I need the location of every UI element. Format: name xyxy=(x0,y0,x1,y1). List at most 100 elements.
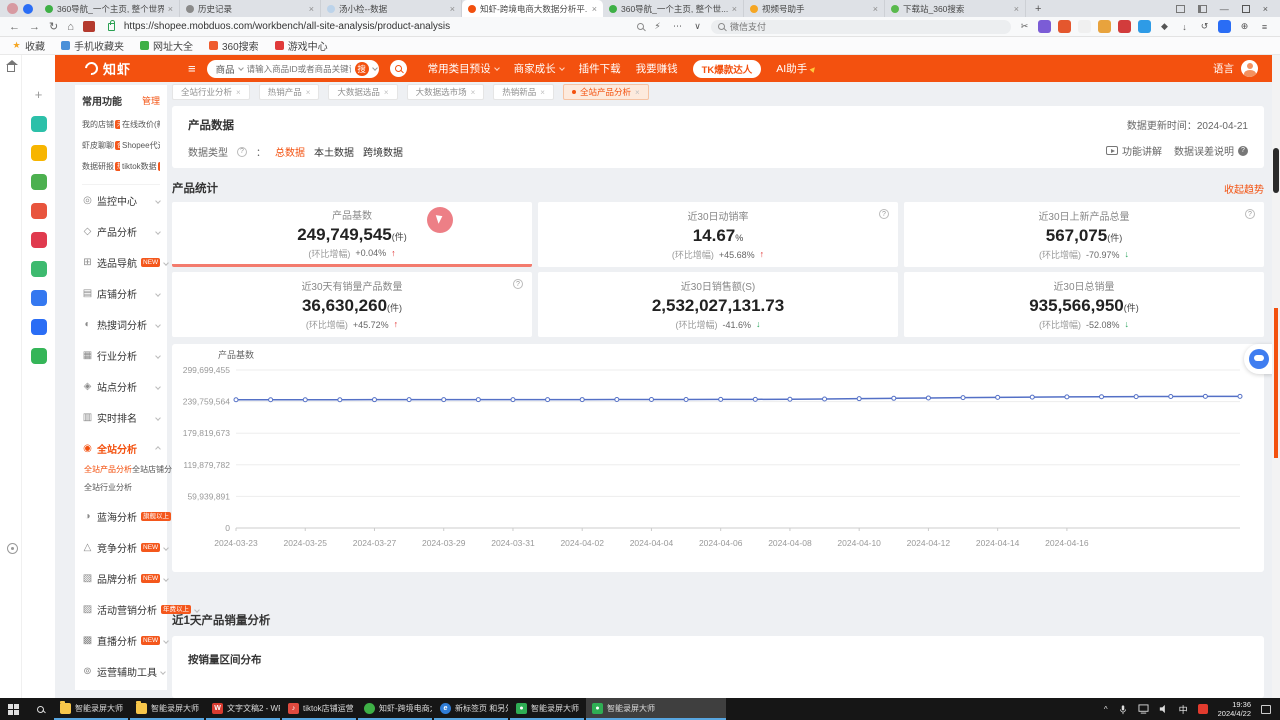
refresh-button[interactable]: ↻ xyxy=(49,20,58,33)
sidebar-menu-item[interactable]: ▩ 直播分析 NEW xyxy=(82,625,160,656)
collapse-trend-link[interactable]: 收起趋势 xyxy=(1224,181,1264,196)
product-search-input[interactable] xyxy=(247,64,351,74)
data-type-option[interactable]: 跨境数据 xyxy=(363,144,403,159)
tab-close-icon[interactable]: × xyxy=(450,4,455,14)
taskbar-item[interactable]: 智能录屏大师 xyxy=(54,698,128,720)
stat-card[interactable]: ? 近30日动销率 14.67% (环比增幅) +45.68% ↑ xyxy=(538,202,898,267)
sidebar-menu-item[interactable]: ▤ 店铺分析 xyxy=(82,278,160,309)
notification-center-icon[interactable] xyxy=(1261,705,1271,714)
browser-profile-avatar[interactable] xyxy=(7,3,18,14)
sidebar-menu-item[interactable]: ◈ 站点分析 xyxy=(82,371,160,402)
bookmark-item[interactable]: 360搜索 xyxy=(209,38,259,53)
extension-icon[interactable]: ↺ xyxy=(1198,20,1211,33)
language-switch[interactable]: 语言 xyxy=(1213,61,1234,76)
side-panel-icon[interactable] xyxy=(1198,5,1207,13)
forward-button[interactable]: → xyxy=(29,21,40,33)
browser-tab[interactable]: 360导航_一个主页, 整个世... × xyxy=(603,0,744,17)
sidebar-app-icon[interactable] xyxy=(31,145,47,161)
extension-icon[interactable]: ↓ xyxy=(1178,20,1191,33)
sidebar-menu-item-active[interactable]: ◉ 全站分析 xyxy=(82,433,160,464)
workspace-tab[interactable]: 大数据选市场 × xyxy=(407,84,485,100)
tab-close-icon[interactable]: × xyxy=(592,4,597,14)
browser-search-input[interactable] xyxy=(730,22,1004,32)
extension-icon[interactable] xyxy=(1138,20,1151,33)
sidebar-app-icon[interactable] xyxy=(31,232,47,248)
quick-link[interactable]: Shopee代运 合作 xyxy=(122,140,160,151)
add-app-button[interactable]: + xyxy=(35,87,43,102)
sidebar-submenu-item[interactable]: 全站产品分析 xyxy=(84,464,132,475)
taskbar-search-button[interactable] xyxy=(27,698,54,720)
menu-icon[interactable]: ≡ xyxy=(188,62,196,75)
app-logo[interactable]: 知虾 xyxy=(85,59,131,78)
reading-mode-icon[interactable] xyxy=(1176,5,1185,13)
start-button[interactable] xyxy=(0,698,27,720)
sidebar-menu-item[interactable]: ◑ 蓝海分析 旗舰以上 xyxy=(82,501,160,532)
scrollbar-thumb[interactable] xyxy=(1273,148,1279,193)
sidebar-app-icon[interactable] xyxy=(31,319,47,335)
sidebar-menu-item[interactable]: ⊚ 运营辅助工具 xyxy=(82,656,160,687)
header-nav-item[interactable]: 常用类目预设 xyxy=(428,61,499,76)
browser-tab[interactable]: 汤小检--数据 × xyxy=(321,0,462,17)
workspace-tab[interactable]: 全站产品分析 × xyxy=(563,84,649,100)
browser-tab[interactable]: 知虾-跨境电商大数据分析平... × xyxy=(462,0,603,17)
sidebar-submenu-item[interactable]: 全站行业分析 xyxy=(84,482,132,493)
sidebar-app-icon[interactable] xyxy=(31,290,47,306)
sidebar-menu-item[interactable]: ◐ 热搜词分析 xyxy=(82,309,160,340)
window-maximize-button[interactable] xyxy=(1242,5,1250,13)
home-button[interactable]: ⌂ xyxy=(67,21,74,33)
display-icon[interactable] xyxy=(1138,704,1149,714)
extension-icon[interactable] xyxy=(1038,20,1051,33)
manage-link[interactable]: 管理 xyxy=(142,94,160,107)
sidebar-menu-item[interactable]: ▧ 品牌分析 NEW xyxy=(82,563,160,594)
tab-close-icon[interactable]: × xyxy=(873,4,878,14)
security-tray-icon[interactable] xyxy=(1198,704,1208,714)
stat-card[interactable]: 近30日销售额(S) 2,532,027,131.73 (环比增幅) -41.6… xyxy=(538,272,898,337)
quick-link[interactable]: 我的店铺 未认证 xyxy=(82,119,120,130)
chevron-down-icon[interactable] xyxy=(372,65,378,71)
workspace-tab[interactable]: 热销产品 × xyxy=(259,84,320,100)
window-minimize-button[interactable]: — xyxy=(1220,4,1229,14)
feature-explain-link[interactable]: 功能讲解 xyxy=(1106,143,1162,158)
quick-link[interactable]: 在线改价(新) xyxy=(122,119,160,130)
sidebar-menu-item[interactable]: ◇ 产品分析 xyxy=(82,216,160,247)
sidebar-app-icon[interactable] xyxy=(31,261,47,277)
find-zoom-icon[interactable] xyxy=(637,23,644,30)
taskbar-item[interactable]: W 文字文稿2 - WPS ... xyxy=(206,698,280,720)
browser-search-box[interactable] xyxy=(711,20,1011,34)
extension-icon[interactable]: ✂ xyxy=(1018,20,1031,33)
data-type-option[interactable]: 本土数据 xyxy=(314,144,354,159)
extension-icon[interactable]: ≡ xyxy=(1258,20,1271,33)
new-tab-button[interactable]: + xyxy=(1035,3,1041,15)
tab-close-icon[interactable]: × xyxy=(306,88,311,97)
sidebar-menu-item[interactable]: ▦ 行业分析 xyxy=(82,340,160,371)
ai-assistant-button[interactable]: AI助手 ▲ xyxy=(776,61,818,76)
browser-tab[interactable]: 360导航_一个主页, 整个世界 × xyxy=(39,0,180,17)
tab-close-icon[interactable]: × xyxy=(309,4,314,14)
quick-tool-icon[interactable]: ⋯ xyxy=(671,20,684,33)
taskbar-item[interactable]: ♪ tiktok店铺运营 xyxy=(282,698,356,720)
workspace-tab[interactable]: 大数据选品 × xyxy=(328,84,397,100)
stat-card[interactable]: ? 近30日上新产品总量 567,075(件) (环比增幅) -70.97% ↓ xyxy=(904,202,1264,267)
tab-close-icon[interactable]: × xyxy=(540,88,545,97)
taskbar-clock[interactable]: 19:36 2024/4/22 xyxy=(1218,700,1251,719)
extension-icon[interactable] xyxy=(1098,20,1111,33)
extension-icon[interactable]: ◆ xyxy=(1158,20,1171,33)
quick-tool-icon[interactable]: ∨ xyxy=(691,20,704,33)
quick-tool-icon[interactable]: ⚡ xyxy=(651,20,664,33)
user-avatar[interactable] xyxy=(1241,60,1258,77)
image-search-button[interactable] xyxy=(390,60,407,77)
taskbar-item[interactable]: e 新标签页 和另外 3... xyxy=(434,698,508,720)
tab-close-icon[interactable]: × xyxy=(236,88,241,97)
sidebar-app-icon[interactable] xyxy=(31,174,47,190)
bookmark-item[interactable]: ★ 收藏 xyxy=(12,38,45,53)
window-close-button[interactable]: × xyxy=(1263,4,1268,14)
extension-icon[interactable] xyxy=(1058,20,1071,33)
speaker-icon[interactable] xyxy=(1159,704,1169,714)
sidebar-menu-item[interactable]: ◎ 监控中心 xyxy=(82,185,160,216)
browser-tab[interactable]: 下载站_360搜索 × xyxy=(885,0,1026,17)
extension-icon[interactable] xyxy=(1078,20,1091,33)
header-nav-item[interactable]: 商家成长 xyxy=(514,61,564,76)
sidebar-menu-item[interactable]: △ 竞争分析 NEW xyxy=(82,532,160,563)
taskbar-item[interactable]: 智能录屏大师 xyxy=(130,698,204,720)
sidebar-app-icon[interactable] xyxy=(31,348,47,364)
